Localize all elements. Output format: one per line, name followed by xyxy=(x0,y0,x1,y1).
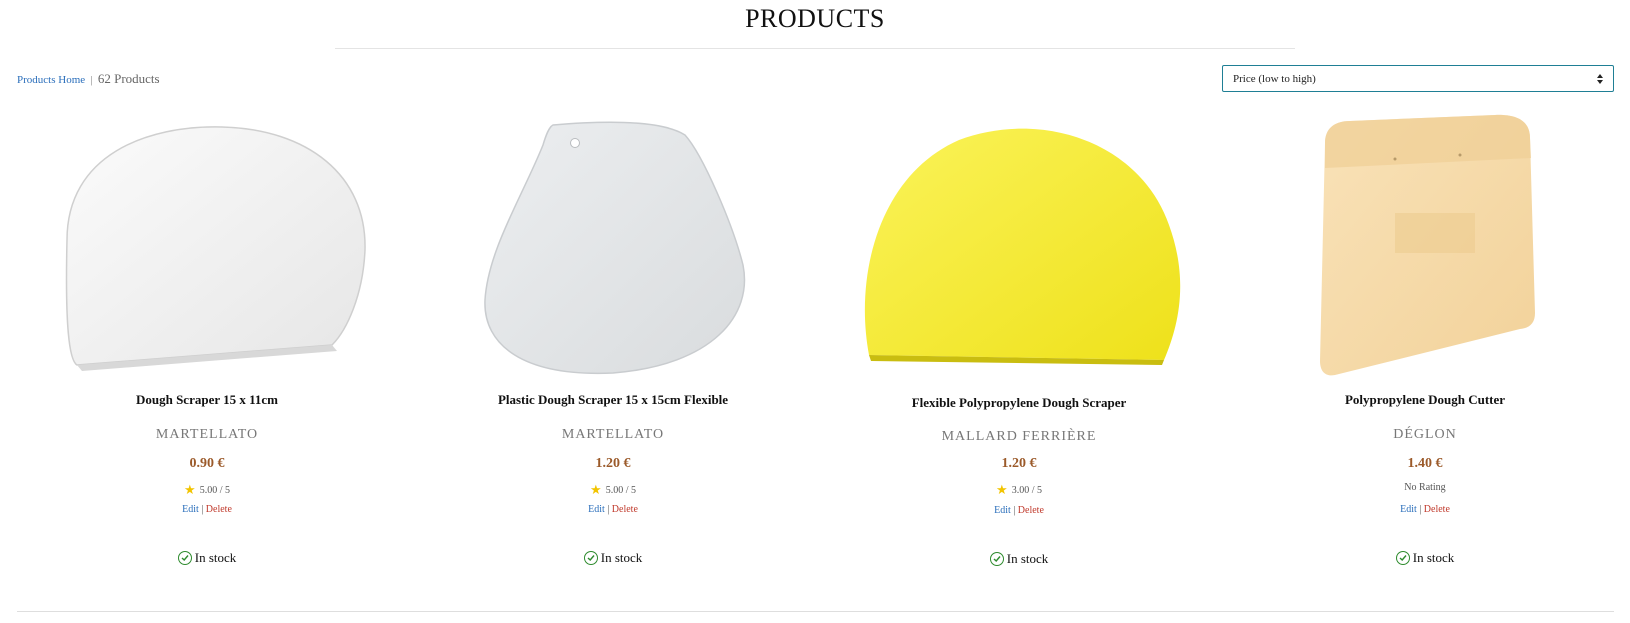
product-card: Dough Scraper 15 x 11cm MARTELLATO 0.90 … xyxy=(7,110,407,610)
product-rating: ★ 5.00 / 5 xyxy=(413,482,813,498)
product-image[interactable] xyxy=(413,110,813,390)
product-actions: Edit | Delete xyxy=(1400,504,1450,515)
breadcrumb: Products Home | 62 Products xyxy=(17,71,160,87)
page-title: PRODUCTS xyxy=(745,4,885,33)
delete-link[interactable]: Delete xyxy=(206,504,232,515)
product-image[interactable] xyxy=(819,110,1219,390)
stock-label: In stock xyxy=(1006,551,1049,566)
product-name[interactable]: Plastic Dough Scraper 15 x 15cm Flexible xyxy=(413,392,813,408)
stock-label: In stock xyxy=(600,550,643,565)
select-arrows-icon xyxy=(1597,73,1603,84)
product-brand: MARTELLATO xyxy=(561,427,665,442)
product-name[interactable]: Dough Scraper 15 x 11cm xyxy=(7,392,407,408)
product-grid: Dough Scraper 15 x 11cm MARTELLATO 0.90 … xyxy=(0,110,1630,610)
rating-value: 5.00 / 5 xyxy=(199,484,230,496)
product-rating: No Rating xyxy=(1225,482,1625,493)
product-brand: DÉGLON xyxy=(1393,427,1457,442)
product-brand: MARTELLATO xyxy=(155,427,259,442)
stock-status: In stock xyxy=(7,550,407,566)
product-rating: ★ 5.00 / 5 xyxy=(7,482,407,498)
product-card: Polypropylene Dough Cutter DÉGLON 1.40 €… xyxy=(1225,110,1625,610)
stock-status: In stock xyxy=(819,551,1219,567)
breadcrumb-separator: | xyxy=(90,74,93,86)
delete-link[interactable]: Delete xyxy=(612,504,638,515)
breadcrumb-home-link[interactable]: Products Home xyxy=(17,74,85,86)
edit-link[interactable]: Edit xyxy=(588,504,605,515)
star-icon: ★ xyxy=(590,482,602,497)
rating-value: 3.00 / 5 xyxy=(1011,484,1042,496)
stock-label: In stock xyxy=(1412,550,1455,565)
rating-value: 5.00 / 5 xyxy=(605,484,636,496)
sort-select-value: Price (low to high) xyxy=(1233,72,1316,85)
product-price: 1.40 € xyxy=(1407,456,1443,471)
delete-link[interactable]: Delete xyxy=(1424,504,1450,515)
edit-link[interactable]: Edit xyxy=(1400,504,1417,515)
rating-value: No Rating xyxy=(1404,482,1446,493)
product-actions: Edit | Delete xyxy=(588,504,638,515)
sort-select[interactable]: Price (low to high) xyxy=(1222,65,1614,92)
check-circle-icon xyxy=(1395,551,1410,565)
stock-status: In stock xyxy=(413,550,813,566)
stock-status: In stock xyxy=(1225,550,1625,566)
stock-label: In stock xyxy=(194,550,237,565)
check-circle-icon xyxy=(989,552,1004,566)
delete-link[interactable]: Delete xyxy=(1018,505,1044,516)
product-name[interactable]: Flexible Polypropylene Dough Scraper xyxy=(819,395,1219,411)
title-divider xyxy=(335,48,1295,49)
product-price: 1.20 € xyxy=(595,456,631,471)
product-actions: Edit | Delete xyxy=(182,504,232,515)
check-circle-icon xyxy=(583,551,598,565)
product-name[interactable]: Polypropylene Dough Cutter xyxy=(1225,392,1625,408)
product-card: Flexible Polypropylene Dough Scraper MAL… xyxy=(819,110,1219,610)
product-image[interactable] xyxy=(7,110,407,390)
product-price: 1.20 € xyxy=(1001,456,1037,471)
star-icon: ★ xyxy=(184,482,196,497)
edit-link[interactable]: Edit xyxy=(182,504,199,515)
product-card: Plastic Dough Scraper 15 x 15cm Flexible… xyxy=(413,110,813,610)
product-price: 0.90 € xyxy=(189,456,225,471)
bottom-divider xyxy=(17,611,1614,612)
star-icon: ★ xyxy=(996,482,1008,497)
product-actions: Edit | Delete xyxy=(994,505,1044,516)
product-brand: MALLARD FERRIÈRE xyxy=(941,429,1097,444)
product-image[interactable] xyxy=(1225,110,1625,390)
product-count: 62 Products xyxy=(97,71,160,86)
check-circle-icon xyxy=(177,551,192,565)
product-rating: ★ 3.00 / 5 xyxy=(819,482,1219,498)
edit-link[interactable]: Edit xyxy=(994,505,1011,516)
